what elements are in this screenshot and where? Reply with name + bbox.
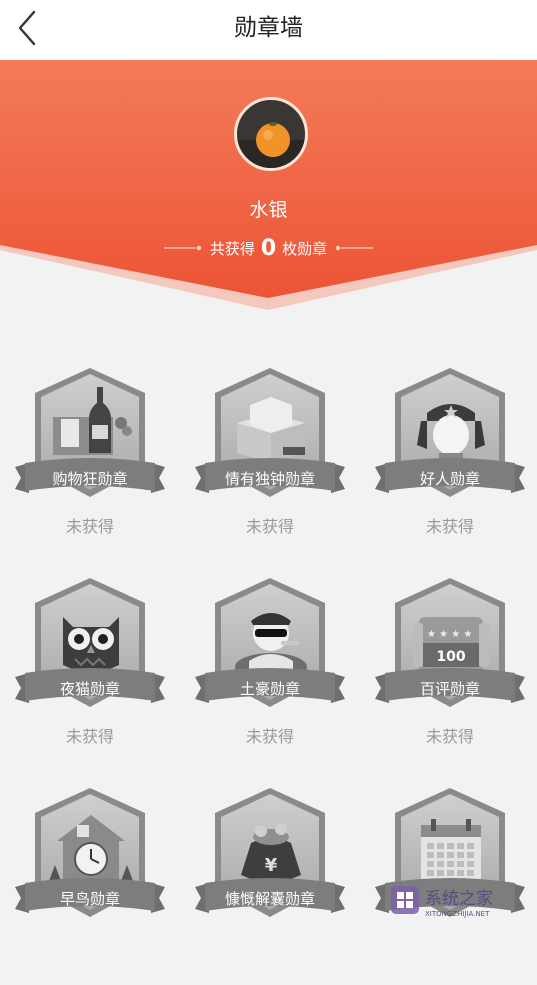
svg-text:系统之家: 系统之家	[425, 889, 493, 909]
svg-text:★ ★ ★ ★: ★ ★ ★ ★	[427, 629, 472, 640]
badge-status: 未获得	[195, 723, 345, 747]
watermark: 系统之家 XITONGZHIJIA.NET	[389, 880, 529, 920]
badge-status: 未获得	[195, 513, 345, 537]
username: 水银	[0, 195, 537, 222]
avatar[interactable]	[234, 97, 308, 171]
badge-name: 购物狂勋章	[15, 468, 165, 489]
profile-header: 水银 共获得 0 枚勋章	[0, 60, 537, 310]
badge-name: 情有独钟勋章	[195, 468, 345, 489]
top-bar: 勋章墙	[0, 0, 537, 60]
count-suffix: 枚勋章	[282, 238, 327, 259]
badge-item[interactable]: 好人勋章 未获得	[375, 365, 525, 565]
badge-name: 夜猫勋章	[15, 678, 165, 699]
svg-text:¥: ¥	[265, 855, 278, 876]
badge-name: 土豪勋章	[195, 678, 345, 699]
badge-item[interactable]: 夜猫勋章 未获得	[15, 575, 165, 775]
badge-item[interactable]: 情有独钟勋章 未获得	[195, 365, 345, 565]
badge-count: 共获得 0 枚勋章	[0, 233, 537, 263]
page-title: 勋章墙	[0, 0, 537, 60]
badge-name: 百评勋章	[375, 678, 525, 699]
rating-card-icon: ★ ★ ★ ★ 100	[413, 617, 489, 673]
badge-item[interactable]: ¥ 慷慨解囊勋章	[195, 785, 345, 985]
calendar-icon	[421, 819, 481, 881]
svg-text:XITONGZHIJIA.NET: XITONGZHIJIA.NET	[425, 910, 490, 918]
badge-status: 未获得	[375, 723, 525, 747]
svg-text:100: 100	[436, 649, 465, 665]
badge-status: 未获得	[375, 513, 525, 537]
badge-item[interactable]: ★ ★ ★ ★ 100 百评勋章 未获得	[375, 575, 525, 775]
badge-name: 好人勋章	[375, 468, 525, 489]
right-deco-line	[333, 243, 373, 253]
badge-status: 未获得	[15, 513, 165, 537]
badge-item[interactable]: 购物狂勋章 未获得	[15, 365, 165, 565]
badge-item[interactable]: 早鸟勋章	[15, 785, 165, 985]
count-value: 0	[261, 236, 276, 261]
badge-name: 慷慨解囊勋章	[195, 888, 345, 909]
left-deco-line	[164, 243, 204, 253]
badge-item[interactable]: 土豪勋章 未获得	[195, 575, 345, 775]
badge-status: 未获得	[15, 723, 165, 747]
count-prefix: 共获得	[210, 238, 255, 259]
badge-name: 早鸟勋章	[15, 888, 165, 909]
